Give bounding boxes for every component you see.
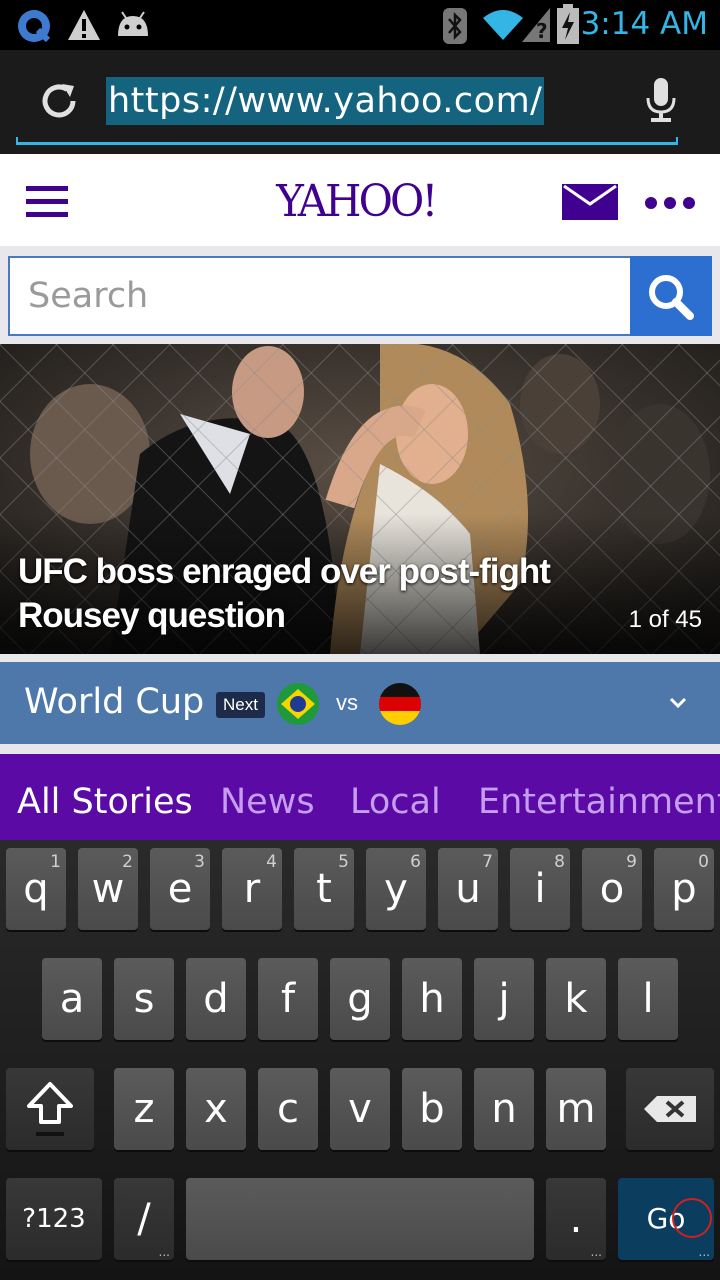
more-icon[interactable] — [644, 196, 696, 210]
key-c[interactable]: c — [258, 1068, 318, 1150]
android-debug-icon — [118, 11, 148, 36]
brazil-flag-icon — [277, 683, 319, 725]
world-cup-title: World Cup — [24, 682, 205, 722]
slash-key[interactable]: /... — [114, 1178, 174, 1260]
browser-url-bar: https://www.yahoo.com/ — [0, 50, 720, 154]
key-j[interactable]: j — [474, 958, 534, 1040]
key-r[interactable]: r4 — [222, 848, 282, 930]
soft-keyboard: q1 w2 e3 r4 t5 y6 u7 i8 o9 p0 a s d f g … — [0, 840, 720, 1280]
key-l[interactable]: l — [618, 958, 678, 1040]
period-key[interactable]: .... — [546, 1178, 606, 1260]
next-badge: Next — [216, 692, 265, 718]
key-p[interactable]: p0 — [654, 848, 714, 930]
reload-icon[interactable] — [38, 80, 80, 122]
vs-label: vs — [336, 690, 358, 715]
key-f[interactable]: f — [258, 958, 318, 1040]
shift-icon — [27, 1082, 73, 1136]
url-underline — [16, 137, 678, 145]
url-input[interactable]: https://www.yahoo.com/ — [106, 77, 545, 125]
chevron-down-icon[interactable] — [668, 696, 688, 710]
key-m[interactable]: m — [546, 1068, 606, 1150]
search-icon — [649, 275, 694, 320]
key-d[interactable]: d — [186, 958, 246, 1040]
search-button[interactable] — [630, 256, 712, 336]
key-g[interactable]: g — [330, 958, 390, 1040]
status-bar: ? 3:14 AM — [0, 0, 720, 50]
key-o[interactable]: o9 — [582, 848, 642, 930]
key-h[interactable]: h — [402, 958, 462, 1040]
backspace-icon — [644, 1096, 696, 1122]
space-key[interactable] — [186, 1178, 534, 1260]
tab-local[interactable]: Local — [350, 782, 441, 822]
germany-flag-icon — [379, 683, 421, 725]
key-y[interactable]: y6 — [366, 848, 426, 930]
key-v[interactable]: v — [330, 1068, 390, 1150]
key-w[interactable]: w2 — [78, 848, 138, 930]
battery-charging-icon — [557, 4, 579, 44]
touch-indicator — [672, 1198, 712, 1238]
key-k[interactable]: k — [546, 958, 606, 1040]
search-input[interactable]: Search — [8, 256, 632, 336]
yahoo-header: YAHOO! — [0, 154, 720, 246]
signal-unknown-icon: ? — [522, 8, 550, 42]
wifi-icon — [483, 10, 523, 40]
key-e[interactable]: e3 — [150, 848, 210, 930]
key-i[interactable]: i8 — [510, 848, 570, 930]
hero-title[interactable]: UFC boss enraged over post-fight Rousey … — [18, 550, 578, 638]
web-page: YAHOO! Search UFC boss enraged over post… — [0, 154, 720, 840]
svg-text:?: ? — [536, 19, 548, 42]
tab-entertainment[interactable]: Entertainment — [478, 782, 720, 822]
status-time: 3:14 AM — [580, 6, 708, 42]
key-t[interactable]: t5 — [294, 848, 354, 930]
mail-icon[interactable] — [562, 184, 618, 220]
key-s[interactable]: s — [114, 958, 174, 1040]
backspace-key[interactable] — [626, 1068, 714, 1150]
key-z[interactable]: z — [114, 1068, 174, 1150]
search-bar: Search — [8, 256, 712, 336]
tab-news[interactable]: News — [220, 782, 315, 822]
yahoo-logo[interactable]: YAHOO! — [276, 176, 438, 227]
symbols-key[interactable]: ?123 — [6, 1178, 102, 1260]
hero-counter: 1 of 45 — [628, 606, 702, 633]
key-q[interactable]: q1 — [6, 848, 66, 930]
world-cup-bar[interactable]: World Cup Next vs — [0, 662, 720, 744]
menu-icon[interactable] — [26, 186, 68, 218]
tab-all-stories[interactable]: All Stories — [17, 782, 193, 822]
key-a[interactable]: a — [42, 958, 102, 1040]
key-x[interactable]: x — [186, 1068, 246, 1150]
hero-story[interactable]: UFC boss enraged over post-fight Rousey … — [0, 344, 720, 654]
key-n[interactable]: n — [474, 1068, 534, 1150]
mic-icon[interactable] — [644, 78, 678, 124]
warning-icon — [68, 10, 100, 40]
app-icon — [18, 10, 51, 43]
key-b[interactable]: b — [402, 1068, 462, 1150]
key-u[interactable]: u7 — [438, 848, 498, 930]
go-key[interactable]: Go... — [618, 1178, 714, 1260]
stories-nav: All Stories News Local Entertainment — [0, 754, 720, 840]
shift-key[interactable] — [6, 1068, 94, 1150]
bluetooth-icon — [443, 8, 467, 44]
